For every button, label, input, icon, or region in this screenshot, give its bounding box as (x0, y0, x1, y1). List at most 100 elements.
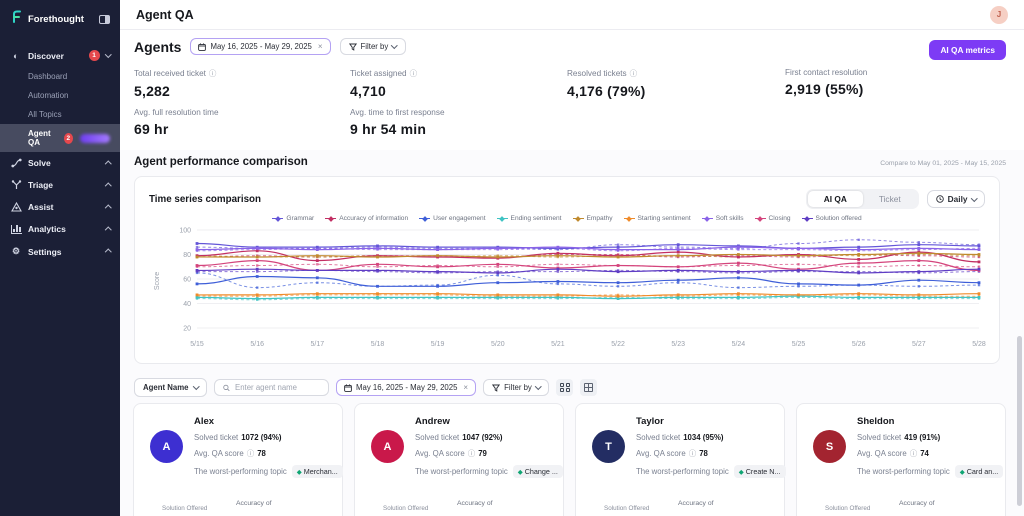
topic-chip[interactable]: ◆Create N... (734, 465, 786, 478)
analytics-icon (10, 225, 22, 234)
legend-item[interactable]: Solution offered (802, 215, 862, 222)
calendar-icon (344, 384, 352, 392)
page-scrollbar[interactable] (1017, 336, 1022, 506)
legend-label: Accuracy of information (339, 215, 408, 222)
agent-name-select[interactable]: Agent Name (134, 378, 207, 397)
legend-item[interactable]: User engagement (419, 215, 485, 222)
diamond-icon: ◆ (739, 468, 744, 476)
solved-label: Solved ticket (636, 433, 680, 442)
legend-item[interactable]: Starting sentiment (624, 215, 691, 222)
main-content: Agent QA J Agents May 16, 2025 - May 29,… (120, 0, 1024, 516)
topic-label: The worst-performing topic (636, 467, 729, 476)
logo-text: Forethought (28, 14, 94, 25)
sidebar-item-solve[interactable]: Solve (0, 152, 120, 174)
svg-text:5/18: 5/18 (371, 341, 385, 348)
sidebar-item-agent-qa[interactable]: Agent QA 2 (0, 124, 120, 152)
info-icon[interactable]: ⓘ (410, 68, 418, 79)
sidebar-item-dashboard[interactable]: Dashboard (0, 67, 120, 86)
sidebar-item-assist[interactable]: Assist (0, 196, 120, 218)
filter-icon (492, 384, 500, 392)
info-icon[interactable]: ⓘ (910, 448, 918, 459)
legend-item[interactable]: Ending sentiment (497, 215, 562, 222)
legend-item[interactable]: Empathy (573, 215, 613, 222)
info-icon[interactable]: ⓘ (247, 448, 255, 459)
legend-label: Ending sentiment (511, 215, 562, 222)
sidebar-item-label: Triage (28, 180, 100, 190)
agent-search-input[interactable] (235, 383, 320, 392)
legend-item[interactable]: Closing (755, 215, 791, 222)
assist-icon (10, 202, 22, 212)
sidebar-item-label: Automation (28, 91, 68, 100)
metric-label: Ticket assigned (350, 69, 407, 78)
solved-value: 419 (91%) (904, 433, 940, 442)
metric-avg-resolution: Avg. full resolution time 69 hr (134, 108, 334, 137)
topic-chip[interactable]: ◆Change ... (513, 465, 563, 478)
agent-card[interactable]: S Sheldon Solved ticket419 (91%) Avg. QA… (796, 403, 1006, 516)
legend-item[interactable]: Soft skills (702, 215, 744, 222)
agent-name: Sheldon (857, 416, 993, 427)
agent-name: Taylor (636, 416, 772, 427)
date-range-chip-2[interactable]: May 16, 2025 - May 29, 2025 × (336, 379, 476, 396)
date-range-chip[interactable]: May 16, 2025 - May 29, 2025 × (190, 38, 330, 55)
metric-label: Avg. full resolution time (134, 108, 219, 117)
grid-view-button[interactable] (556, 379, 573, 396)
sidebar-item-automation[interactable]: Automation (0, 86, 120, 105)
sidebar: Forethought ◐ Discover 1 Dashboard Autom… (0, 0, 120, 516)
table-view-button[interactable] (580, 379, 597, 396)
ai-qa-metrics-button[interactable]: AI QA metrics (929, 40, 1006, 60)
close-icon[interactable]: × (318, 42, 323, 51)
sidebar-item-triage[interactable]: Triage (0, 174, 120, 196)
radar-axis-label: Solution Offered (162, 505, 207, 512)
sidebar-item-all-topics[interactable]: All Topics (0, 105, 120, 124)
radar-axis-label: Solution Offered (383, 505, 428, 512)
info-icon[interactable]: ⓘ (630, 68, 638, 79)
toggle-ai-qa[interactable]: AI QA (808, 191, 863, 207)
solve-icon (10, 158, 22, 168)
metric-ticket-assigned: Ticket assignedⓘ 4,710 (350, 68, 550, 99)
topic-text: Change ... (525, 467, 558, 476)
avatar: A (150, 430, 183, 463)
chart-title: Time series comparison (149, 194, 261, 205)
sidebar-collapse-icon[interactable] (99, 15, 110, 24)
agent-name: Alex (194, 416, 330, 427)
agent-card[interactable]: A Alex Solved ticket1072 (94%) Avg. QA s… (133, 403, 343, 516)
info-icon[interactable]: ⓘ (689, 448, 697, 459)
filter-icon (349, 43, 357, 51)
interval-dropdown[interactable]: Daily (927, 190, 985, 208)
grid-view-icon (560, 383, 570, 393)
chevron-down-icon (971, 195, 977, 201)
discover-badge: 1 (89, 50, 100, 61)
diamond-icon: ◆ (518, 468, 523, 476)
chevron-down-icon (193, 383, 199, 389)
user-avatar[interactable]: J (990, 6, 1008, 24)
chart-legend: Grammar Accuracy of information User engag… (149, 215, 985, 222)
discover-icon: ◐ (10, 51, 22, 61)
info-icon[interactable]: ⓘ (468, 448, 476, 459)
topic-chip[interactable]: ◆Card an... (955, 465, 1004, 478)
svg-text:Score: Score (154, 272, 161, 290)
solved-label: Solved ticket (194, 433, 238, 442)
topic-chip[interactable]: ◆Merchan... (292, 465, 343, 478)
time-series-chart[interactable]: 10080604020Score5/155/165/175/185/195/20… (149, 222, 987, 350)
filter-by-button-2[interactable]: Filter by (483, 379, 549, 396)
performance-section-title: Agent performance comparison (134, 156, 308, 168)
sidebar-item-discover[interactable]: ◐ Discover 1 (0, 44, 120, 67)
toggle-ticket[interactable]: Ticket (863, 191, 917, 207)
forethought-logo-icon (10, 10, 23, 28)
sidebar-item-analytics[interactable]: Analytics (0, 218, 120, 240)
legend-label: Empathy (587, 215, 613, 222)
series-marker-icon (755, 216, 766, 221)
legend-item[interactable]: Accuracy of information (325, 215, 408, 222)
sidebar-item-settings[interactable]: ⚙ Settings (0, 240, 120, 263)
svg-text:5/23: 5/23 (671, 341, 685, 348)
legend-item[interactable]: Grammar (272, 215, 314, 222)
legend-label: Grammar (286, 215, 314, 222)
series-marker-icon (419, 216, 430, 221)
filter-by-button[interactable]: Filter by (340, 38, 406, 55)
metric-value: 2,919 (55%) (785, 81, 985, 97)
svg-text:5/21: 5/21 (551, 341, 565, 348)
agent-card[interactable]: T Taylor Solved ticket1034 (95%) Avg. QA… (575, 403, 785, 516)
close-icon[interactable]: × (463, 383, 468, 392)
agent-card[interactable]: A Andrew Solved ticket1047 (92%) Avg. QA… (354, 403, 564, 516)
info-icon[interactable]: ⓘ (209, 68, 217, 79)
